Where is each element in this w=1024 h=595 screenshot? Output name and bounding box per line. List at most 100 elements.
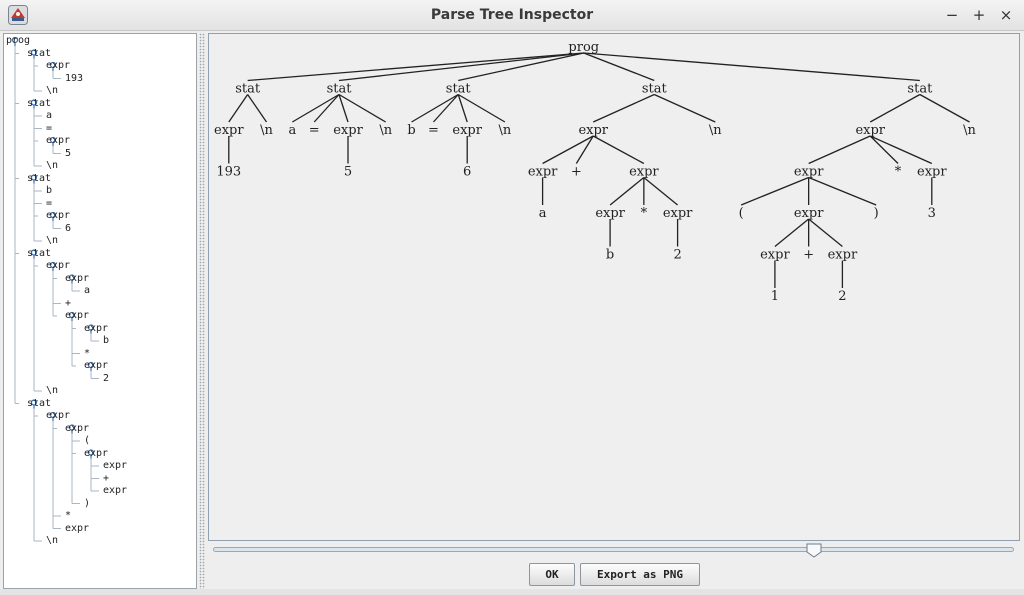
tree-node-label[interactable]: *	[84, 348, 90, 360]
tree-node: \n	[963, 123, 976, 138]
tree-node: expr	[828, 248, 858, 263]
tree-edge	[869, 135, 933, 165]
tree-node-label[interactable]: +	[103, 473, 109, 485]
tree-node: \n	[260, 123, 273, 138]
tree-node: 5	[344, 165, 352, 180]
tree-node: (	[739, 206, 744, 221]
tree-node-label[interactable]: expr	[84, 323, 108, 335]
tree-node-label[interactable]: stat	[27, 398, 51, 410]
tree-node-label[interactable]: 6	[65, 223, 71, 235]
export-png-button[interactable]: Export as PNG	[580, 563, 700, 586]
tree-node-label[interactable]: expr	[46, 260, 70, 272]
tree-edge	[774, 218, 810, 248]
tree-node: b	[407, 123, 415, 138]
tree-node-label[interactable]: expr	[84, 448, 108, 460]
tree-edge	[919, 93, 970, 123]
tree-node: 1	[771, 289, 779, 304]
tree-node: 3	[928, 206, 936, 221]
parse-tree-graph: 193 expr \n stat a = 5 expr \n stat b = 6 expr \n stat a…	[214, 40, 976, 304]
tree-node: =	[428, 123, 439, 138]
tree-node: +	[803, 248, 814, 263]
tree-node: +	[571, 165, 582, 180]
tree-node: expr	[528, 165, 558, 180]
tree-node-label[interactable]: \n	[46, 535, 58, 547]
tree-node-label[interactable]: stat	[27, 248, 51, 260]
tree-node-label[interactable]: expr	[103, 460, 127, 472]
tree-node-label[interactable]: (	[84, 435, 90, 447]
tree-node-label[interactable]: a	[46, 110, 52, 122]
tree-node-label[interactable]: 2	[103, 373, 109, 385]
tree-edge	[592, 93, 655, 123]
tree-edge	[869, 93, 921, 123]
tree-node-label[interactable]: stat	[27, 48, 51, 60]
tree-edge	[609, 176, 645, 206]
tree-node: )	[874, 206, 879, 221]
window-title: Parse Tree Inspector	[430, 7, 594, 23]
tree-node-label[interactable]: expr	[65, 310, 89, 322]
tree-node-label[interactable]: expr	[103, 485, 127, 497]
tree-node: expr	[629, 165, 659, 180]
tree-node-label[interactable]: stat	[27, 98, 51, 110]
tree-node: b	[606, 248, 614, 263]
tree-node-label[interactable]: =	[46, 198, 52, 210]
tree-node-label[interactable]: )	[84, 498, 90, 510]
tree-edge	[808, 135, 871, 165]
tree-outline-panel[interactable]: prog stat expr 193 \n stat a = expr 5 \n stat b = expr…	[3, 33, 197, 589]
tree-node: stat	[327, 82, 353, 97]
tree-node: *	[895, 165, 902, 180]
tree-node: expr	[214, 123, 244, 138]
tree-edge	[592, 135, 645, 165]
tree-edge	[808, 176, 877, 206]
maximize-button[interactable]: +	[968, 4, 990, 26]
tree-node-label[interactable]: \n	[46, 235, 58, 247]
split-pane-divider[interactable]	[199, 33, 205, 589]
tree-node-label[interactable]: a	[84, 285, 90, 297]
tree-edge	[247, 94, 268, 123]
tree-node: stat	[235, 82, 261, 97]
tree-node-label[interactable]: expr	[46, 210, 70, 222]
tree-node-label[interactable]: b	[103, 335, 109, 347]
tree-node: stat	[446, 82, 472, 97]
tree-node: stat	[907, 82, 933, 97]
tree-node-label[interactable]: prog	[6, 35, 30, 47]
tree-node: expr	[663, 206, 693, 221]
tree-edge	[583, 52, 920, 82]
tree-node-label[interactable]: expr	[65, 423, 89, 435]
tree-edge	[228, 94, 249, 123]
tree-node: \n	[709, 123, 722, 138]
tree-node-label[interactable]: expr	[46, 60, 70, 72]
tree-node-label[interactable]: \n	[46, 160, 58, 172]
ok-button[interactable]: OK	[529, 563, 575, 586]
tree-node-label[interactable]: 5	[65, 148, 71, 160]
tree-node-label[interactable]: \n	[46, 85, 58, 97]
tree-node-label[interactable]: =	[46, 123, 52, 135]
tree-node-label[interactable]: b	[46, 185, 52, 197]
tree-node-label[interactable]: expr	[84, 360, 108, 372]
tree-edge	[653, 93, 716, 123]
tree-node-label[interactable]: +	[65, 298, 71, 310]
tree-node: *	[641, 206, 648, 221]
scale-slider-thumb[interactable]	[806, 543, 822, 558]
tree-node: expr	[855, 123, 885, 138]
tree-node: 2	[838, 289, 846, 304]
tree-node-label[interactable]: stat	[27, 173, 51, 185]
tree-edge	[458, 52, 584, 82]
tree-outline-connectors	[11, 36, 99, 542]
tree-edge	[292, 93, 340, 123]
tree-node-label[interactable]: expr	[46, 135, 70, 147]
minimize-button[interactable]: −	[941, 4, 963, 26]
tree-node-label[interactable]: expr	[65, 273, 89, 285]
tree-node: expr	[452, 123, 482, 138]
tree-node-label[interactable]: \n	[46, 385, 58, 397]
close-button[interactable]: ×	[995, 4, 1017, 26]
tree-node-label[interactable]: 193	[65, 73, 83, 85]
tree-edge	[740, 176, 809, 206]
scale-slider-track[interactable]	[213, 547, 1014, 552]
tree-node: expr	[595, 206, 625, 221]
title-bar: Parse Tree Inspector − + ×	[0, 0, 1024, 31]
tree-node: stat	[642, 82, 668, 97]
tree-node-label[interactable]: expr	[46, 410, 70, 422]
tree-node-label[interactable]: *	[65, 510, 71, 522]
tree-node-label[interactable]: expr	[65, 523, 89, 535]
tree-node: 2	[673, 248, 681, 263]
